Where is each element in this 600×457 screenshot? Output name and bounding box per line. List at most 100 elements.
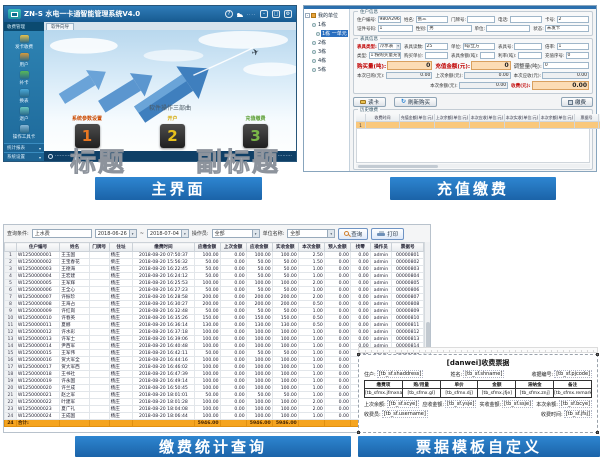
table-row[interactable]: 2W1250000002王宝春花柴庄2018-08-20 15:56:3250.… <box>5 259 424 266</box>
tree-item[interactable]: 1栋 一单元 <box>305 29 348 38</box>
tree-item[interactable]: 3栋 <box>305 47 348 56</box>
template-field-token[interactable]: [tb_sfmx.jfje] <box>478 389 516 398</box>
table-row[interactable]: 5W1250000005王军辉杨庄2018-08-20 16:25:53100.… <box>5 280 424 287</box>
column-header[interactable] <box>5 243 17 252</box>
template-field-pair[interactable]: 本次余额:[tb_sf.bcye] <box>536 400 592 408</box>
field-input[interactable] <box>486 25 530 32</box>
table-row[interactable]: 9W1250000009许红岗杨庄2018-08-20 16:32:4850.0… <box>5 308 424 315</box>
field-input[interactable]: 未发卡 <box>545 25 589 32</box>
template-column-header[interactable]: 备注 <box>554 381 592 389</box>
template-column-header[interactable]: 金额 <box>478 381 516 389</box>
receipt-template-canvas[interactable]: [danwei]收费票据 住户:[tb_sf.shaddress]姓名:[tb_… <box>358 354 598 433</box>
read-card-button[interactable]: 读卡 <box>353 97 386 107</box>
sidebar-item[interactable]: 换表 <box>4 87 44 105</box>
template-column-header[interactable]: 单价 <box>440 381 478 389</box>
field-input[interactable] <box>425 52 448 59</box>
sidebar-item[interactable]: 退户 <box>4 105 44 123</box>
template-column-header[interactable]: 购/用量 <box>402 381 440 389</box>
template-field-token[interactable]: [tb_sfmx.dj] <box>440 389 478 398</box>
template-field-token[interactable]: [tb_sfmx.gl] <box>402 389 440 398</box>
tree-item[interactable]: 2栋 <box>305 38 348 47</box>
tab-wizard[interactable]: 软件向导 <box>46 23 74 30</box>
column-header[interactable]: 操作员 <box>370 243 392 252</box>
field-input[interactable]: 0 <box>543 62 589 69</box>
template-field-token[interactable]: [tb_sf.shname] <box>463 370 504 378</box>
history-header-cell[interactable]: 收费时间 <box>366 114 400 122</box>
field-input[interactable]: 980A2960 <box>378 16 401 23</box>
template-field-pair[interactable]: 姓名:[tb_sf.shname] <box>451 370 505 378</box>
field-input[interactable]: 0.00 <box>386 72 433 79</box>
sidebar-panel[interactable]: 系统设置 <box>4 152 44 161</box>
template-field-token[interactable]: [tb_sf.scye] <box>387 400 420 408</box>
table-row[interactable]: 3W1250000003王德海杨庄2018-08-20 16:22:4550.0… <box>5 266 424 273</box>
selection-handle[interactable] <box>596 353 599 356</box>
table-row[interactable]: 10W1250000010许春英杨庄2018-08-20 16:35:26150… <box>5 315 424 322</box>
help-icon[interactable]: ? <box>225 10 233 18</box>
table-row[interactable]: 6W1250000006王全心杨庄2018-08-20 16:27:2350.0… <box>5 287 424 294</box>
history-row-selected[interactable]: 1 <box>356 122 590 129</box>
sidebar-item[interactable]: 补卡 <box>4 69 44 87</box>
column-header[interactable]: 实收金额 <box>272 243 298 252</box>
field-input[interactable] <box>480 52 495 59</box>
sidebar-item[interactable]: 发卡收费 <box>4 33 44 51</box>
column-header[interactable]: 找零 <box>350 243 370 252</box>
template-field-token[interactable]: [tb_sf.username] <box>382 410 428 418</box>
minimize-icon[interactable]: – <box>260 10 268 18</box>
column-header[interactable]: 缴费时间 <box>133 243 194 252</box>
history-header-cell[interactable]: 票据号 <box>575 114 599 122</box>
history-header-cell[interactable]: 本次余额(单位:元) <box>540 114 575 122</box>
column-header[interactable]: 门牌号 <box>89 243 109 252</box>
sidebar-item[interactable]: 用户 <box>4 51 44 69</box>
query-input[interactable]: 上水费 <box>32 229 92 238</box>
column-header[interactable]: 姓名 <box>60 243 90 252</box>
field-input[interactable] <box>510 16 542 23</box>
field-input[interactable] <box>518 52 542 59</box>
template-field-token[interactable]: [tb_sf.ssje] <box>502 400 533 408</box>
column-header[interactable]: 住户编号 <box>16 243 59 252</box>
template-column-header[interactable]: 滞纳金 <box>516 381 554 389</box>
template-field-token[interactable]: [tb_sfmx.znj] <box>516 389 554 398</box>
step-number-box[interactable]: 2 <box>160 124 185 148</box>
template-field-pair[interactable]: 收费员:[tb_sf.username] <box>364 410 428 418</box>
field-input[interactable]: 0 <box>471 61 511 70</box>
sidebar-panel[interactable]: 统计报表 <box>4 143 44 152</box>
template-table[interactable]: 缴费项购/用量单价金额滞纳金备注[tb_sfmx.jfmxname][tb_sf… <box>364 380 592 398</box>
sidebar-item[interactable]: 操作工具卡 <box>4 123 44 141</box>
field-input[interactable]: 1 <box>557 43 589 50</box>
calendar-icon[interactable]: ▾ <box>181 230 188 237</box>
column-header[interactable]: 上次金额 <box>220 243 246 252</box>
date-from-picker[interactable]: 2018-06-26▾ <box>95 229 137 238</box>
field-input[interactable]: 张三 <box>416 16 448 23</box>
field-input[interactable]: 1 <box>378 25 413 32</box>
column-header[interactable]: 本次金额 <box>298 243 324 252</box>
calendar-icon[interactable]: ▾ <box>129 230 136 237</box>
column-header[interactable]: 预入金额 <box>324 243 350 252</box>
field-input[interactable]: 1:按购买量充值 <box>369 52 401 59</box>
template-field-token[interactable]: [tb_sf.ysje] <box>445 400 476 408</box>
tree-item[interactable]: 4栋 <box>305 56 348 65</box>
selection-handle[interactable] <box>596 431 599 434</box>
template-field-token[interactable]: [tb_sf.jfsj] <box>564 410 592 418</box>
field-input[interactable]: 2 <box>557 16 589 23</box>
field-input[interactable] <box>514 43 542 50</box>
field-input[interactable]: 0 <box>566 52 589 59</box>
field-input[interactable]: 0.00 <box>459 82 508 89</box>
pay-button[interactable]: 缴费 <box>561 97 593 107</box>
field-input[interactable]: 吨/立方 <box>463 43 495 50</box>
template-field-pair[interactable]: 上次余额:[tb_sf.scye] <box>364 400 419 408</box>
history-header-cell[interactable]: 本次应收(单位:元) <box>470 114 505 122</box>
history-header-cell[interactable]: 本次实收(单位:元) <box>505 114 540 122</box>
refresh-purchase-button[interactable]: ↻刷新购买 <box>394 97 437 107</box>
search-button[interactable]: 查询 <box>338 228 368 240</box>
template-field-token[interactable]: [tb_sfmx.jfmxname] <box>365 389 403 398</box>
template-field-pair[interactable]: 应收金额:[tb_sf.ysje] <box>422 400 476 408</box>
template-column-header[interactable]: 缴费项 <box>365 381 403 389</box>
field-input[interactable]: 冷水表 <box>378 43 401 50</box>
tree-root[interactable]: -我的单位 <box>305 11 348 20</box>
field-input[interactable] <box>467 16 495 23</box>
column-header[interactable]: 住址 <box>109 243 133 252</box>
table-row[interactable]: 1W1250000001王玉国杨庄2018-08-20 07:50:37100.… <box>5 252 424 259</box>
history-header-cell[interactable]: 上次余额(单位:元) <box>435 114 470 122</box>
field-input[interactable]: 0.00 <box>464 72 511 79</box>
field-input[interactable]: 0.00 <box>542 72 589 79</box>
